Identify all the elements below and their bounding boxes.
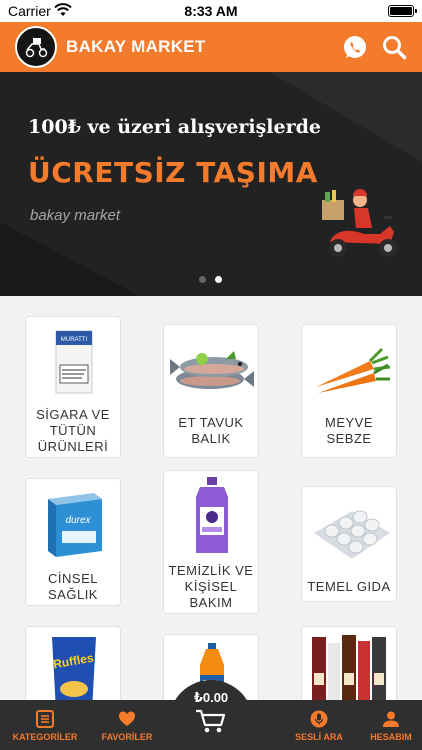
category-card-cinsel[interactable]: durex CİNSEL SAĞLIK bbox=[25, 478, 121, 606]
tab-label: FAVORİLER bbox=[101, 732, 153, 742]
cart-icon[interactable] bbox=[195, 708, 227, 734]
microphone-icon bbox=[310, 710, 328, 728]
category-label: TEMEL GIDA bbox=[307, 579, 391, 594]
search-icon[interactable] bbox=[381, 34, 407, 60]
tab-label: HESABIM bbox=[370, 732, 412, 742]
category-label: MEYVE SEBZE bbox=[324, 415, 373, 446]
category-card-sigara[interactable]: MURATTI SİGARA VE TÜTÜN ÜRÜNLERİ bbox=[25, 316, 121, 458]
category-card-temel-gida[interactable]: TEMEL GIDA bbox=[301, 486, 397, 602]
status-time: 8:33 AM bbox=[184, 3, 238, 19]
status-bar: Carrier 8:33 AM bbox=[0, 0, 422, 22]
tab-kategoriler[interactable]: KATEGORİLER bbox=[0, 700, 90, 750]
category-label: ET TAVUK BALIK bbox=[178, 415, 244, 446]
cart-total: ₺0.00 bbox=[193, 690, 229, 705]
battery-icon bbox=[388, 5, 417, 17]
egg-tray-icon bbox=[314, 510, 390, 559]
promo-banner[interactable]: 100₺ ve üzeri alışverişlerde ÜCRETSİZ TA… bbox=[0, 72, 422, 296]
cigarette-pack-icon: MURATTI bbox=[55, 330, 93, 394]
carousel-dot-active[interactable] bbox=[215, 276, 222, 283]
list-icon bbox=[36, 710, 54, 728]
category-label: CİNSEL SAĞLIK bbox=[48, 571, 98, 602]
logo-icon[interactable] bbox=[15, 26, 57, 68]
tab-favoriler[interactable]: FAVORİLER bbox=[82, 700, 172, 750]
banner-title: ÜCRETSİZ TAŞIMA bbox=[28, 156, 318, 189]
category-grid: MURATTI SİGARA VE TÜTÜN ÜRÜNLERİ ET TAVU… bbox=[0, 296, 422, 700]
liquor-bottles-icon bbox=[312, 635, 386, 700]
detergent-bottle-icon bbox=[196, 477, 228, 553]
app-header: BAKAY MARKET bbox=[0, 22, 422, 72]
delivery-scooter-icon bbox=[322, 189, 397, 257]
banner-brand: bakay market bbox=[30, 207, 121, 224]
category-label: SİGARA VE TÜTÜN ÜRÜNLERİ bbox=[36, 407, 110, 454]
fish-icon bbox=[170, 351, 254, 389]
carousel-dot[interactable] bbox=[199, 276, 206, 283]
category-card-atistirmalik[interactable]: Ruffles bbox=[25, 626, 121, 700]
category-card-et[interactable]: ET TAVUK BALIK bbox=[163, 324, 259, 458]
app-title: BAKAY MARKET bbox=[66, 37, 206, 56]
category-card-meyve[interactable]: MEYVE SEBZE bbox=[301, 324, 397, 458]
carrot-icon bbox=[316, 347, 391, 393]
condom-box-icon: durex bbox=[48, 493, 102, 557]
user-icon bbox=[383, 711, 399, 727]
svg-text:MURATTI: MURATTI bbox=[61, 337, 88, 343]
tab-hesabim[interactable]: HESABIM bbox=[346, 700, 422, 750]
whatsapp-icon[interactable] bbox=[342, 34, 368, 60]
chips-bag-icon: Ruffles bbox=[52, 637, 96, 700]
category-label: TEMİZLİK VE KİŞİSEL BAKIM bbox=[168, 563, 254, 610]
banner-subtitle: 100₺ ve üzeri alışverişlerde bbox=[28, 116, 321, 138]
heart-icon bbox=[119, 711, 135, 726]
svg-text:durex: durex bbox=[65, 515, 91, 526]
tab-label: KATEGORİLER bbox=[12, 732, 78, 742]
category-card-temizlik[interactable]: TEMİZLİK VE KİŞİSEL BAKIM bbox=[163, 470, 259, 614]
category-card-alkol[interactable] bbox=[301, 626, 397, 700]
